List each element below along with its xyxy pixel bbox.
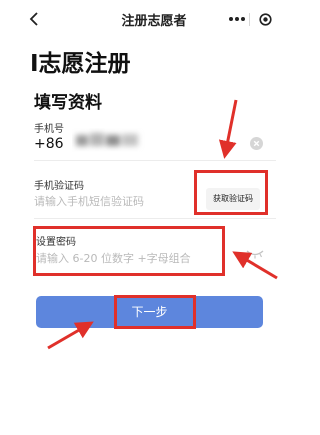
nav-bar: 注册志愿者 — [0, 0, 308, 38]
page-title: I志愿注册 — [30, 51, 131, 77]
highlight-box-get-code — [194, 170, 268, 215]
arrow-icon — [232, 251, 278, 280]
arrow-icon — [47, 321, 94, 350]
sms-code-label: 手机验证码 — [34, 181, 84, 192]
arrow-icon — [218, 99, 238, 159]
eye-closed-icon[interactable] — [246, 249, 264, 259]
country-code-prefix: +86 — [34, 136, 64, 152]
register-page: 注册志愿者 I志愿注册 填写资料 手机号 +86 手机验证码 请输入手机短信验证… — [0, 0, 308, 435]
capsule-divider — [249, 13, 250, 26]
phone-divider — [34, 160, 276, 161]
more-dots-icon[interactable] — [229, 16, 247, 22]
highlight-box-next — [114, 295, 196, 329]
phone-number-input[interactable] — [72, 128, 147, 152]
highlight-box-password — [33, 226, 225, 276]
sms-code-divider — [34, 218, 276, 219]
section-title: 填写资料 — [34, 93, 102, 113]
sms-code-input[interactable]: 请输入手机短信验证码 — [34, 193, 144, 209]
phone-label: 手机号 — [34, 124, 64, 135]
mini-program-capsule — [221, 9, 278, 30]
clear-circle-icon[interactable] — [250, 137, 263, 150]
target-circle-icon[interactable] — [259, 13, 272, 26]
